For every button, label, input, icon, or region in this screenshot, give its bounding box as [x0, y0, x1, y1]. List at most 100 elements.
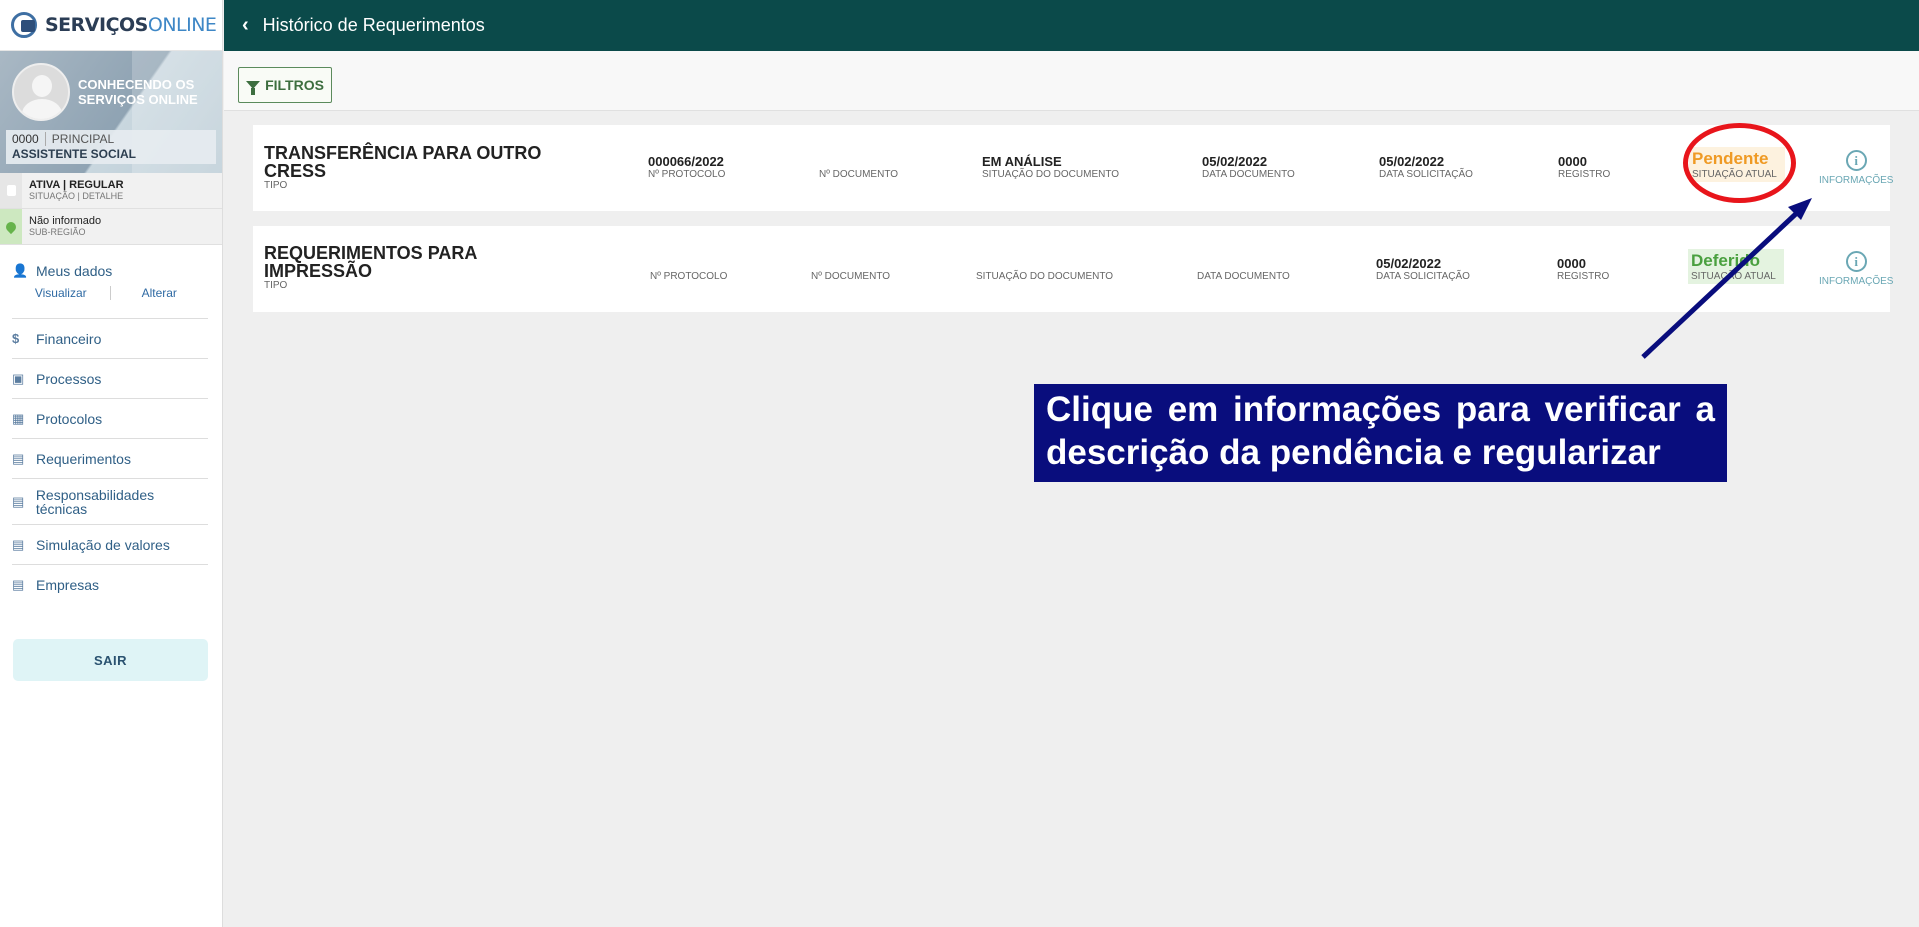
filters-button[interactable]: FILTROS [238, 67, 332, 103]
info-label: INFORMAÇÕES [1819, 175, 1894, 186]
visualizar-link[interactable]: Visualizar [12, 286, 111, 300]
request-type: TRANSFERÊNCIA PARA OUTRO CRESS TIPO [264, 144, 554, 191]
sidebar-item-label: Financeiro [36, 330, 102, 347]
logo-icon [11, 12, 37, 38]
brand-name-left: SERVIÇOS [45, 14, 148, 36]
situation-status: ATIVA | REGULAR SITUAÇÃO | DETALHE [0, 173, 222, 209]
clipboard-icon: ▤ [12, 493, 25, 509]
document-label: Nº DOCUMENTO [819, 169, 899, 180]
document-label: Nº DOCUMENTO [811, 271, 891, 282]
doc-date-value [1197, 256, 1290, 271]
situation-value: ATIVA | REGULAR [29, 179, 124, 191]
request-type-value: TRANSFERÊNCIA PARA OUTRO CRESS [264, 143, 542, 181]
sidebar-item-label: Responsabilidades técnicas [35, 486, 155, 517]
protocol-field: Nº PROTOCOLO [650, 256, 727, 282]
region-label: SUB-REGIÃO [29, 227, 86, 237]
highlight-ring [1683, 123, 1796, 203]
doc-status-field: EM ANÁLISE SITUAÇÃO DO DOCUMENTO [982, 154, 1119, 180]
request-date-label: DATA SOLICITAÇÃO [1379, 169, 1473, 180]
document-icon: ▦ [12, 410, 25, 426]
current-status-value: Deferido [1691, 251, 1760, 270]
sidebar-item-meus-dados: 👤 Meus dados Visualizar Alterar [12, 259, 208, 319]
filters-label: FILTROS [265, 77, 324, 93]
info-icon: i [1845, 251, 1867, 272]
info-label: INFORMAÇÕES [1819, 276, 1894, 287]
user-icon: 👤 [12, 263, 29, 278]
request-card: TRANSFERÊNCIA PARA OUTRO CRESS TIPO 0000… [253, 125, 1893, 211]
registry-field: 0000 REGISTRO [1558, 154, 1610, 180]
doc-date-value: 05/02/2022 [1202, 154, 1268, 169]
header: ‹ Histórico de Requerimentos [224, 0, 1919, 51]
clipboard-icon: ▤ [12, 450, 25, 466]
request-date-label: DATA SOLICITAÇÃO [1376, 271, 1470, 282]
clipboard-icon: ▤ [12, 577, 25, 592]
region-value: Não informado [29, 215, 102, 227]
protocol-value [650, 256, 727, 271]
document-field: Nº DOCUMENTO [811, 256, 890, 282]
doc-status-value: EM ANÁLISE [982, 154, 1062, 169]
doc-date-field: DATA DOCUMENTO [1197, 256, 1290, 282]
document-field: Nº DOCUMENTO [819, 154, 898, 180]
sidebar-item-protocolos[interactable]: ▦ Protocolos [12, 399, 208, 439]
brand-name-right: ONLINE [147, 14, 217, 36]
info-button[interactable]: i INFORMAÇÕES [1819, 251, 1893, 287]
annotation-callout: Clique em informações para verificar a d… [1034, 384, 1727, 482]
sidebar-item-label: Requerimentos [36, 450, 131, 467]
map-pin-icon [3, 219, 19, 234]
request-card: REQUERIMENTOS PARA IMPRESSÃO TIPO Nº PRO… [253, 226, 1893, 312]
filter-bar: FILTROS [224, 51, 1919, 111]
request-type-value: REQUERIMENTOS PARA IMPRESSÃO [264, 243, 477, 281]
registry-value: 0000 [1557, 256, 1586, 271]
info-button[interactable]: i INFORMAÇÕES [1819, 150, 1893, 186]
chevron-left-icon[interactable]: ‹ [242, 14, 249, 37]
request-date-field: 05/02/2022 DATA SOLICITAÇÃO [1379, 154, 1473, 180]
profile-number: 0000 [12, 132, 46, 146]
profile-card: CONHECENDO OS SERVIÇOS ONLINE 0000 PRINCI… [0, 51, 222, 173]
situation-label: SITUAÇÃO | DETALHE [29, 191, 124, 201]
profile-info: 0000 PRINCIPAL ASSISTENTE SOCIAL [6, 130, 216, 164]
filter-icon [246, 81, 261, 95]
sidebar-item-processos[interactable]: ▣ Processos [12, 359, 208, 399]
info-icon: i [1845, 150, 1867, 171]
request-date-field: 05/02/2022 DATA SOLICITAÇÃO [1376, 256, 1470, 282]
status-badge: Deferido SITUAÇÃO ATUAL [1688, 249, 1784, 284]
doc-date-label: DATA DOCUMENTO [1202, 169, 1295, 180]
registry-field: 0000 REGISTRO [1557, 256, 1609, 282]
logout-button[interactable]: SAIR [13, 639, 208, 681]
request-date-value: 05/02/2022 [1379, 154, 1445, 169]
protocol-label: Nº PROTOCOLO [650, 271, 728, 282]
region-status: Não informado SUB-REGIÃO [0, 209, 222, 245]
current-status-label: SITUAÇÃO ATUAL [1691, 271, 1776, 282]
sidebar-item-label: Processos [36, 370, 102, 387]
sidebar: SERVIÇOSONLINE CONHECENDO OS SERVIÇOS ON… [0, 0, 223, 927]
protocol-field: 000066/2022 Nº PROTOCOLO [648, 154, 725, 180]
sidebar-item-empresas[interactable]: ▤ Empresas [12, 565, 208, 605]
sidebar-item-simulacao[interactable]: ▤ Simulação de valores [12, 525, 208, 565]
page-title: Histórico de Requerimentos [262, 15, 485, 35]
alterar-link[interactable]: Alterar [111, 286, 209, 300]
sidebar-item-responsabilidades[interactable]: ▤ Responsabilidades técnicas [12, 479, 208, 525]
doc-status-value [976, 256, 1113, 271]
request-type: REQUERIMENTOS PARA IMPRESSÃO TIPO [264, 244, 554, 291]
document-value [819, 154, 898, 169]
protocol-value: 000066/2022 [648, 154, 724, 169]
registry-value: 0000 [1558, 154, 1587, 169]
doc-date-label: DATA DOCUMENTO [1197, 271, 1290, 282]
profile-name: CONHECENDO OS SERVIÇOS ONLINE [78, 77, 198, 107]
doc-status-label: SITUAÇÃO DO DOCUMENTO [976, 271, 1114, 282]
request-type-label: TIPO [264, 180, 288, 191]
dollar-icon: $ [12, 331, 20, 346]
doc-status-field: SITUAÇÃO DO DOCUMENTO [976, 256, 1113, 282]
document-value [811, 256, 890, 271]
request-type-label: TIPO [264, 280, 288, 291]
sidebar-item-financeiro[interactable]: $ Financeiro [12, 319, 208, 359]
sidebar-item-requerimentos[interactable]: ▤ Requerimentos [12, 439, 208, 479]
lock-icon [6, 185, 16, 196]
folder-icon: ▣ [12, 370, 25, 386]
doc-status-label: SITUAÇÃO DO DOCUMENTO [982, 169, 1120, 180]
registry-label: REGISTRO [1557, 271, 1610, 282]
profile-role: ASSISTENTE SOCIAL [12, 147, 137, 161]
protocol-label: Nº PROTOCOLO [648, 169, 726, 180]
brand-logo[interactable]: SERVIÇOSONLINE [0, 0, 222, 51]
avatar[interactable] [12, 63, 70, 121]
